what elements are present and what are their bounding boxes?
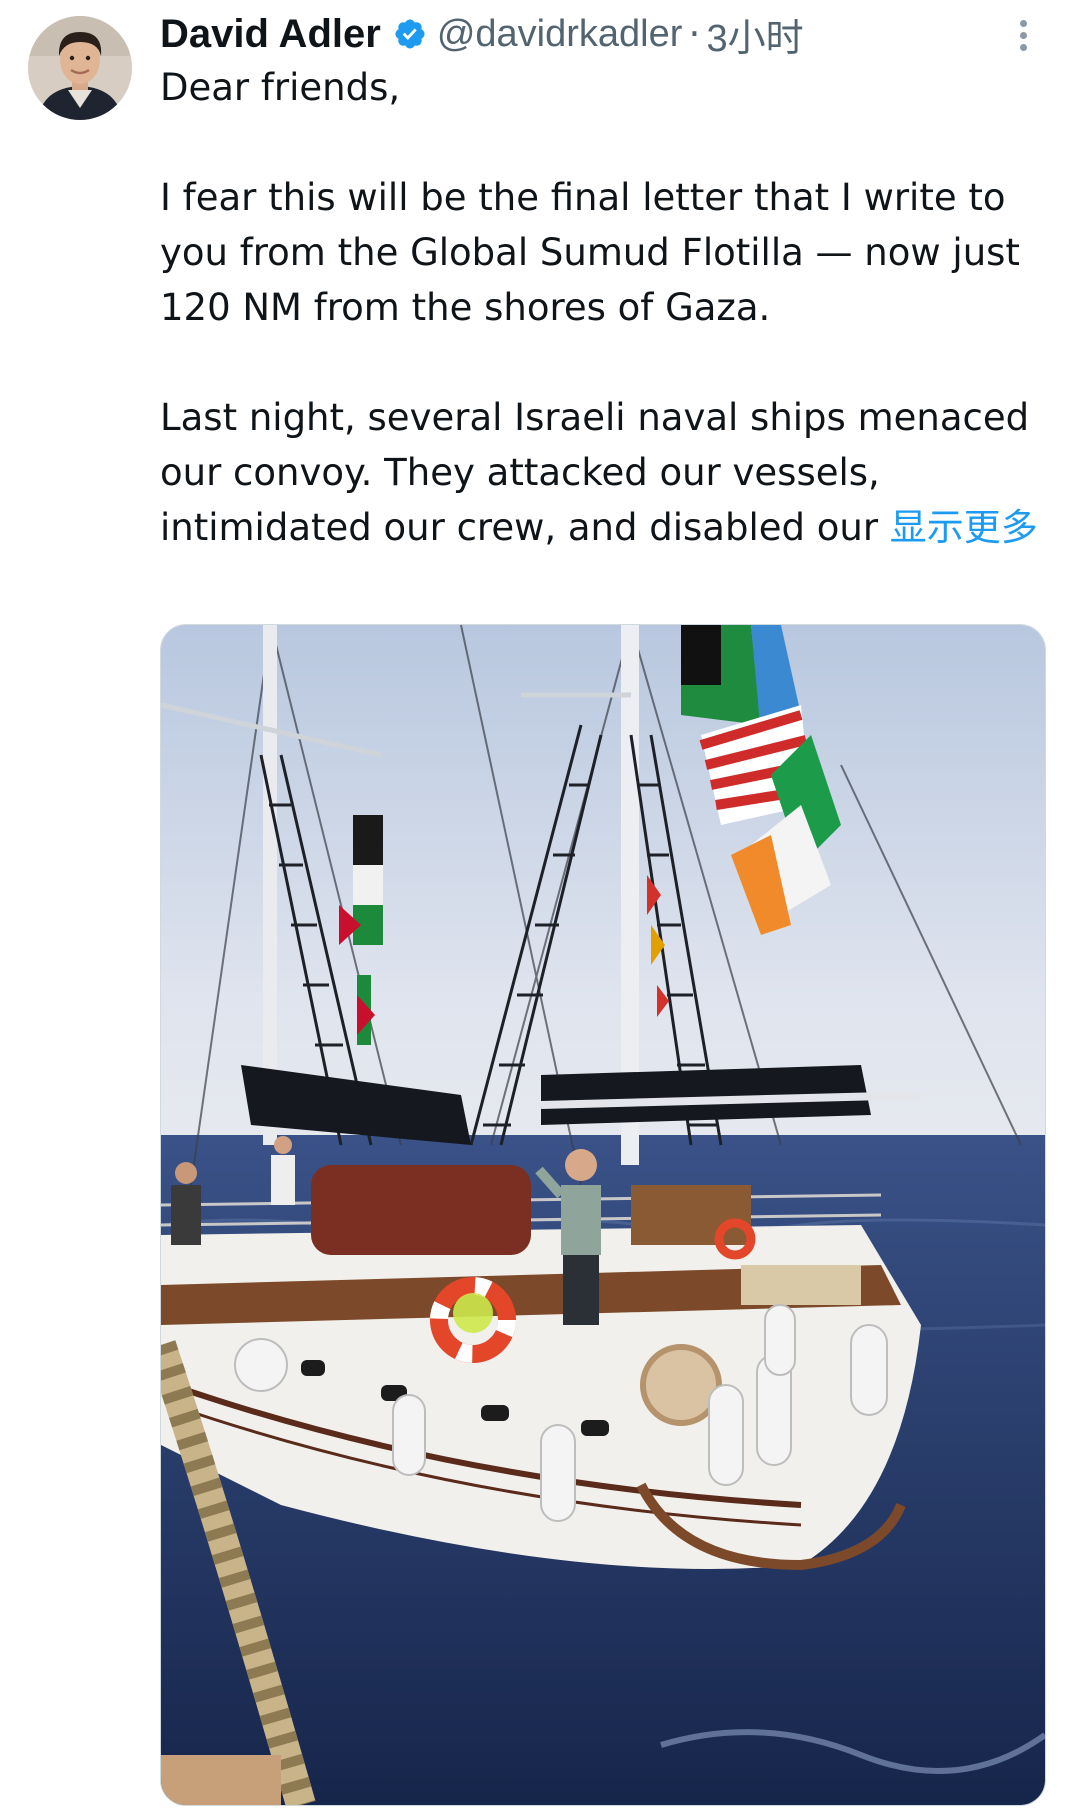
avatar[interactable] xyxy=(28,16,132,120)
timestamp[interactable]: 3小时 xyxy=(706,7,803,62)
tweet-paragraph: Last night, several Israeli naval ships … xyxy=(160,390,1040,555)
author-name[interactable]: David Adler xyxy=(160,12,381,57)
separator-dot: · xyxy=(688,12,701,56)
verified-badge-icon xyxy=(393,17,427,51)
tweet-header: David Adler @davidrkadler · 3小时 xyxy=(160,8,804,60)
more-options-icon[interactable] xyxy=(1008,16,1038,56)
tweet-text: Dear friends, I fear this will be the fi… xyxy=(160,60,1040,555)
show-more-link[interactable]: 显示更多 xyxy=(890,506,1038,549)
tweet-paragraph: Dear friends, xyxy=(160,66,401,109)
tweet-paragraph: I fear this will be the final letter tha… xyxy=(160,176,1020,329)
tweet-photo[interactable] xyxy=(160,624,1046,1806)
author-handle[interactable]: @davidrkadler xyxy=(437,13,683,56)
